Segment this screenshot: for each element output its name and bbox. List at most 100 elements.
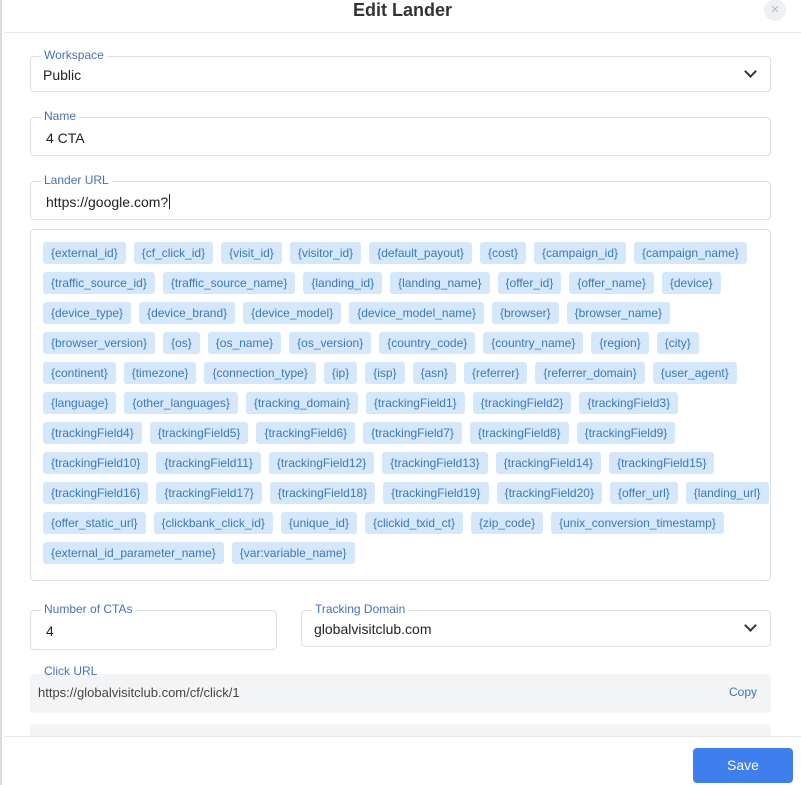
token-chip[interactable]: {trackingField12}	[268, 452, 375, 474]
token-chip[interactable]: {os_version}	[289, 332, 372, 354]
token-chip[interactable]: {browser}	[491, 302, 559, 324]
name-label: Name	[41, 109, 80, 123]
edit-lander-modal: Edit Lander × Workspace Public Name 4 CT…	[0, 0, 801, 785]
token-chip[interactable]: {trackingField14}	[495, 452, 602, 474]
token-chip[interactable]: {trackingField13}	[382, 452, 488, 474]
lander-url-field[interactable]: Lander URL https://google.com?	[30, 173, 771, 220]
token-chip[interactable]: {landing_url}	[685, 482, 769, 504]
workspace-select[interactable]: Workspace Public	[30, 48, 771, 92]
token-chip[interactable]: {device_model}	[243, 302, 342, 324]
click-url-field: Click URL https://globalvisitclub.com/cf…	[30, 664, 771, 713]
token-chip[interactable]: {unix_conversion_timestamp}	[551, 512, 724, 534]
click-url-value: https://globalvisitclub.com/cf/click/1	[38, 685, 240, 700]
token-chip[interactable]: {external_id_parameter_name}	[43, 542, 224, 564]
token-chip[interactable]: {device_brand}	[139, 302, 236, 324]
token-chip-panel: {external_id} {cf_click_id} {visit_id} {vis…	[30, 229, 771, 581]
token-chip[interactable]: {cost}	[479, 242, 526, 264]
tracking-domain-label: Tracking Domain	[312, 602, 409, 616]
close-icon[interactable]: ×	[764, 0, 786, 21]
click-url-label: Click URL	[44, 664, 98, 678]
token-chip[interactable]: {trackingField3}	[579, 392, 679, 414]
token-chip[interactable]: {user_agent}	[652, 362, 737, 384]
chevron-down-icon	[744, 65, 757, 78]
chevron-down-icon	[744, 619, 757, 632]
token-chip[interactable]: {region}	[591, 332, 649, 354]
token-chip[interactable]: {zip_code}	[471, 512, 544, 534]
token-chip[interactable]: {var:variable_name}	[231, 542, 355, 564]
token-chip[interactable]: {trackingField6}	[256, 422, 356, 444]
token-chip[interactable]: {referrer_domain}	[535, 362, 645, 384]
modal-header: Edit Lander ×	[2, 0, 801, 33]
ctas-label: Number of CTAs	[41, 602, 136, 616]
token-chip[interactable]: {other_languages}	[124, 392, 238, 414]
token-chip[interactable]: {connection_type}	[204, 362, 316, 384]
token-chip[interactable]: {browser_version}	[43, 332, 156, 354]
token-chip[interactable]: {landing_id}	[303, 272, 383, 294]
token-chip[interactable]: {offer_url}	[609, 482, 678, 504]
token-chip[interactable]: {unique_id}	[280, 512, 357, 534]
workspace-value: Public	[43, 67, 82, 83]
token-chip[interactable]: {asn}	[412, 362, 456, 384]
tracking-domain-select[interactable]: Tracking Domain globalvisitclub.com	[301, 602, 771, 647]
token-chip[interactable]: {clickbank_click_id}	[153, 512, 273, 534]
token-chip[interactable]: {language}	[43, 392, 117, 414]
token-chip[interactable]: {traffic_source_name}	[162, 272, 296, 294]
name-value: 4 CTA	[46, 130, 85, 146]
token-chip[interactable]: {trackingField1}	[365, 392, 465, 414]
token-chip[interactable]: {visitor_id}	[289, 242, 362, 264]
token-chip[interactable]: {trackingField19}	[383, 482, 489, 504]
token-chip[interactable]: {continent}	[43, 362, 116, 384]
token-chip[interactable]: {clickid_txid_ct}	[364, 512, 464, 534]
workspace-label: Workspace	[41, 48, 107, 62]
ctas-field[interactable]: Number of CTAs 4	[30, 602, 277, 650]
token-chip[interactable]: {tracking_domain}	[245, 392, 358, 414]
token-chip[interactable]: {offer_static_url}	[43, 512, 146, 534]
token-chip[interactable]: {os}	[163, 332, 200, 354]
token-chip[interactable]: {referrer}	[463, 362, 528, 384]
token-chip[interactable]: {campaign_name}	[634, 242, 747, 264]
token-chip[interactable]: {offer_id}	[497, 272, 562, 294]
token-chip[interactable]: {country_code}	[379, 332, 476, 354]
token-chip[interactable]: {trackingField18}	[269, 482, 376, 504]
lander-url-text: https://google.com?	[46, 194, 169, 210]
token-chip[interactable]: {cf_click_id}	[133, 242, 214, 264]
name-field[interactable]: Name 4 CTA	[30, 109, 771, 156]
token-chip[interactable]: {ip}	[323, 362, 358, 384]
token-chip[interactable]: {trackingField17}	[156, 482, 262, 504]
copy-button[interactable]: Copy	[729, 685, 757, 699]
tracking-domain-value: globalvisitclub.com	[314, 621, 432, 637]
save-button[interactable]: Save	[693, 748, 793, 783]
token-chip[interactable]: {device_type}	[43, 302, 132, 324]
token-chip[interactable]: {country_name}	[483, 332, 584, 354]
token-chip[interactable]: {trackingField9}	[576, 422, 676, 444]
token-chip[interactable]: {trackingField7}	[363, 422, 462, 444]
token-chip[interactable]: {city}	[656, 332, 699, 354]
token-chip[interactable]: {offer_name}	[569, 272, 654, 294]
token-chip[interactable]: {traffic_source_id}	[43, 272, 155, 294]
lander-url-value: https://google.com?	[46, 194, 171, 210]
token-chip[interactable]: {campaign_id}	[533, 242, 627, 264]
token-chip[interactable]: {trackingField2}	[472, 392, 572, 414]
token-chip[interactable]: {device_model_name}	[349, 302, 484, 324]
token-chip[interactable]: {default_payout}	[369, 242, 472, 264]
token-chip[interactable]: {browser_name}	[566, 302, 671, 324]
token-chip[interactable]: {trackingField5}	[149, 422, 249, 444]
token-chip[interactable]: {trackingField20}	[496, 482, 602, 504]
token-chip[interactable]: {timezone}	[123, 362, 197, 384]
token-chip[interactable]: {landing_name}	[390, 272, 490, 294]
token-chip[interactable]: {device}	[661, 272, 721, 294]
token-chip[interactable]: {external_id}	[43, 242, 126, 264]
text-cursor	[169, 194, 171, 209]
token-chip[interactable]: {trackingField15}	[609, 452, 715, 474]
token-chip[interactable]: {visit_id}	[221, 242, 282, 264]
token-chip[interactable]: {trackingField4}	[43, 422, 142, 444]
token-chip[interactable]: {os_name}	[207, 332, 282, 354]
token-chip[interactable]: {trackingField16}	[43, 482, 149, 504]
token-chip[interactable]: {isp}	[365, 362, 405, 384]
token-chip[interactable]: {trackingField8}	[469, 422, 569, 444]
header-divider	[4, 32, 801, 33]
modal-title: Edit Lander	[352, 0, 452, 20]
modal-footer: Save	[4, 736, 801, 785]
token-chip[interactable]: {trackingField10}	[43, 452, 149, 474]
token-chip[interactable]: {trackingField11}	[156, 452, 261, 474]
